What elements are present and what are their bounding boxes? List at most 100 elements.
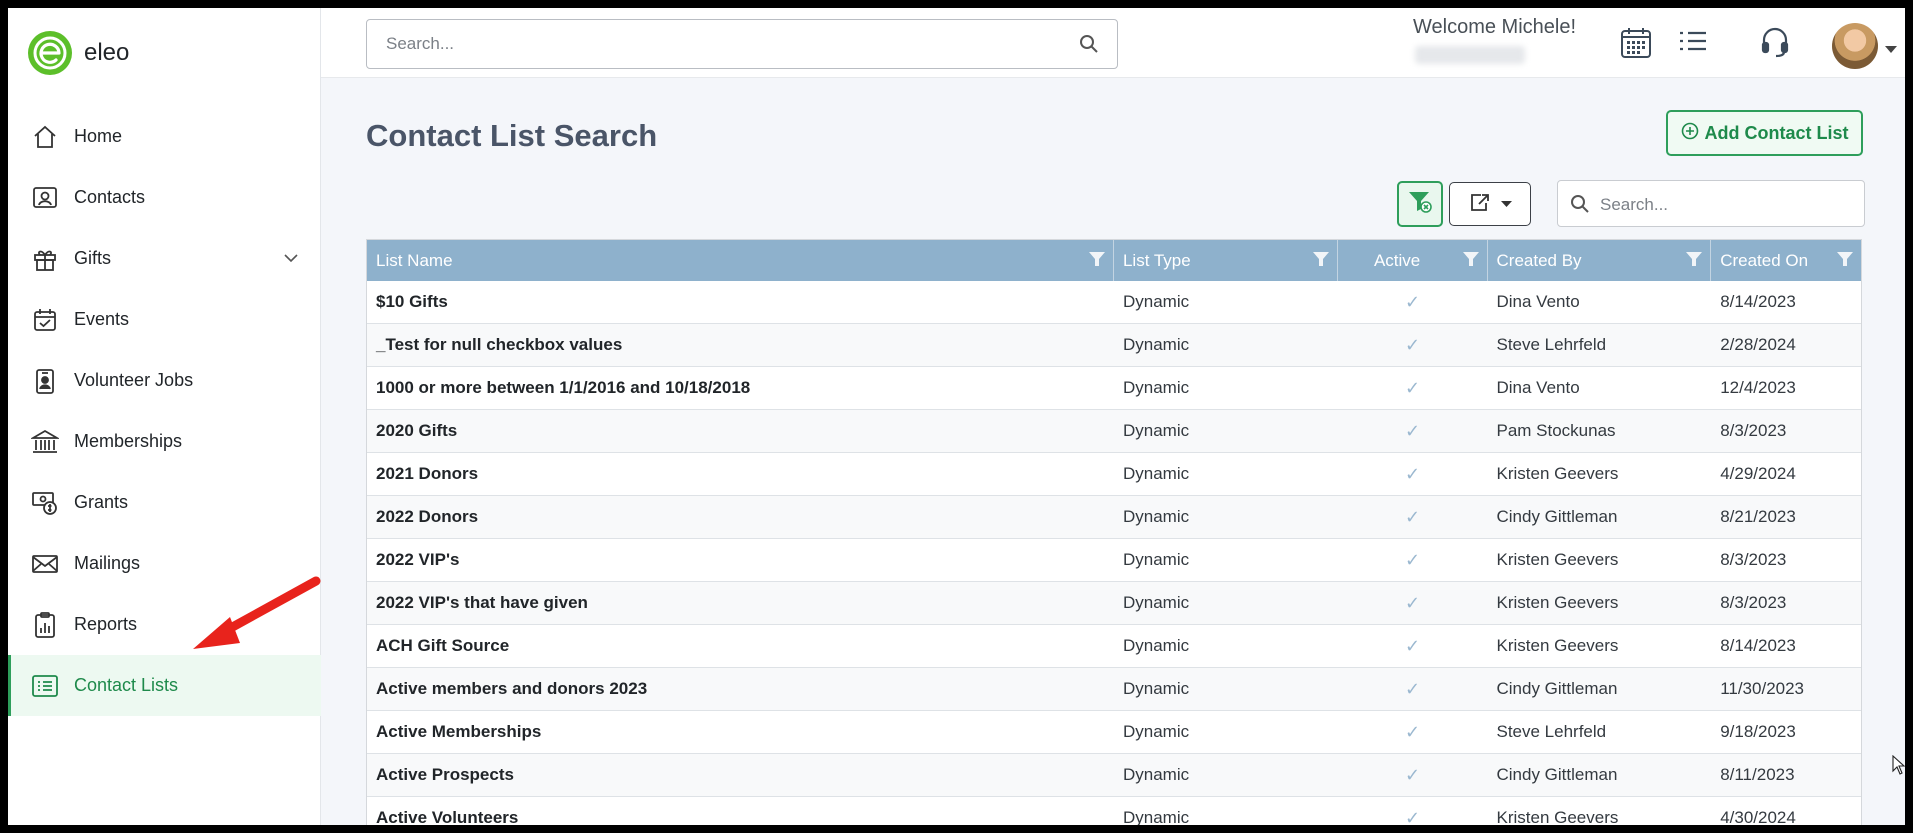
created-by-cell: Steve Lehrfeld bbox=[1496, 722, 1607, 741]
brand-logo[interactable]: eleo bbox=[28, 31, 129, 75]
list-name-cell[interactable]: $10 Gifts bbox=[367, 281, 1114, 323]
checkmark-icon: ✓ bbox=[1405, 678, 1421, 699]
column-header-active[interactable]: Active bbox=[1338, 240, 1488, 281]
list-name-cell[interactable]: Active Volunteers bbox=[367, 797, 1114, 825]
sidebar-item-label: Reports bbox=[74, 614, 138, 634]
filter-icon[interactable] bbox=[1836, 250, 1854, 273]
active-check-cell: ✓ bbox=[1338, 410, 1488, 452]
search-icon[interactable] bbox=[1079, 34, 1099, 59]
table-row[interactable]: ACH Gift Source Dynamic ✓ Kristen Geevers 8/… bbox=[367, 625, 1861, 668]
sidebar-item-memberships[interactable]: Memberships bbox=[8, 411, 321, 472]
add-contact-list-button[interactable]: Add Contact List bbox=[1666, 110, 1863, 156]
table-row[interactable]: 1000 or more between 1/1/2016 and 10/18/… bbox=[367, 367, 1861, 410]
column-header-list-type[interactable]: List Type bbox=[1114, 240, 1338, 281]
column-header-created-on[interactable]: Created On bbox=[1711, 240, 1861, 281]
sidebar-item-gifts[interactable]: Gifts bbox=[8, 228, 321, 289]
eleo-logo-icon bbox=[28, 31, 72, 75]
brand-name: eleo bbox=[84, 39, 130, 66]
list-name-cell[interactable]: 2022 Donors bbox=[367, 496, 1114, 538]
caret-down-icon[interactable] bbox=[1885, 41, 1897, 59]
grid-search-input[interactable] bbox=[1600, 195, 1850, 215]
table-row[interactable]: Active Memberships Dynamic ✓ Steve Lehrfeld… bbox=[367, 711, 1861, 754]
calendar-grid-icon[interactable] bbox=[1619, 26, 1653, 65]
table-row[interactable]: 2020 Gifts Dynamic ✓ Pam Stockunas 8/3/2023 bbox=[367, 410, 1861, 453]
created-by-cell: Steve Lehrfeld bbox=[1496, 335, 1607, 354]
checkmark-icon: ✓ bbox=[1405, 721, 1421, 742]
created-by-cell: Kristen Geevers bbox=[1496, 636, 1619, 655]
global-search-input[interactable] bbox=[386, 34, 1046, 54]
sidebar-item-grants[interactable]: Grants bbox=[8, 472, 321, 533]
list-name-cell[interactable]: 2021 Donors bbox=[367, 453, 1114, 495]
table-row[interactable]: 2022 Donors Dynamic ✓ Cindy Gittleman 8/21/2… bbox=[367, 496, 1861, 539]
list-type-cell: Dynamic bbox=[1122, 335, 1190, 354]
list-name-cell[interactable]: 1000 or more between 1/1/2016 and 10/18/… bbox=[367, 367, 1114, 409]
list-name-cell[interactable]: Active Memberships bbox=[367, 711, 1114, 753]
table-row[interactable]: Active members and donors 2023 Dynamic ✓ Ci… bbox=[367, 668, 1861, 711]
sidebar-item-label: Mailings bbox=[74, 553, 141, 573]
headset-icon[interactable] bbox=[1760, 26, 1790, 63]
active-check-cell: ✓ bbox=[1338, 711, 1488, 753]
sidebar-item-contacts[interactable]: Contacts bbox=[8, 167, 321, 228]
calendar-check-icon bbox=[30, 305, 60, 335]
table-row[interactable]: Active Volunteers Dynamic ✓ Kristen Geevers… bbox=[367, 797, 1861, 826]
sidebar-item-contact-lists[interactable]: Contact Lists bbox=[8, 655, 321, 716]
filter-icon[interactable] bbox=[1462, 250, 1480, 273]
sidebar-item-events[interactable]: Events bbox=[8, 289, 321, 350]
caret-down-icon bbox=[1500, 195, 1512, 213]
contact-card-icon bbox=[30, 183, 60, 213]
avatar[interactable] bbox=[1832, 23, 1878, 69]
list-name-cell[interactable]: _Test for null checkbox values bbox=[367, 324, 1114, 366]
list-type-cell: Dynamic bbox=[1122, 292, 1190, 311]
checkmark-icon: ✓ bbox=[1405, 463, 1421, 484]
checkmark-icon: ✓ bbox=[1405, 635, 1421, 656]
filter-icon[interactable] bbox=[1088, 250, 1106, 273]
column-header-label: List Type bbox=[1122, 250, 1191, 270]
contact-list-table: List Name List Type Active Created By Cr… bbox=[366, 239, 1862, 825]
list-name-cell[interactable]: 2022 VIP's bbox=[367, 539, 1114, 581]
list-name-cell[interactable]: 2020 Gifts bbox=[367, 410, 1114, 452]
created-on-cell: 8/14/2023 bbox=[1720, 292, 1796, 311]
global-search-box bbox=[366, 19, 1118, 69]
created-on-cell: 8/11/2023 bbox=[1720, 765, 1795, 784]
active-check-cell: ✓ bbox=[1338, 754, 1488, 796]
gift-icon bbox=[30, 244, 60, 274]
list-icon[interactable] bbox=[1677, 26, 1709, 61]
sidebar-item-volunteer-jobs[interactable]: Volunteer Jobs bbox=[8, 350, 321, 411]
list-type-cell: Dynamic bbox=[1122, 765, 1190, 784]
sidebar-item-home[interactable]: Home bbox=[8, 106, 321, 167]
list-name-cell[interactable]: ACH Gift Source bbox=[367, 625, 1114, 667]
filter-icon[interactable] bbox=[1685, 250, 1703, 273]
clear-filters-button[interactable] bbox=[1397, 181, 1443, 227]
table-row[interactable]: _Test for null checkbox values Dynamic ✓ St… bbox=[367, 324, 1861, 367]
list-type-cell: Dynamic bbox=[1122, 636, 1190, 655]
created-by-cell: Kristen Geevers bbox=[1496, 550, 1619, 569]
created-by-cell: Cindy Gittleman bbox=[1496, 765, 1618, 784]
sidebar-item-label: Memberships bbox=[74, 431, 183, 451]
checkmark-icon: ✓ bbox=[1405, 592, 1421, 613]
table-row[interactable]: 2021 Donors Dynamic ✓ Kristen Geevers 4/29/2… bbox=[367, 453, 1861, 496]
filter-clear-icon bbox=[1407, 190, 1433, 219]
list-icon bbox=[30, 671, 60, 701]
table-row[interactable]: Active Prospects Dynamic ✓ Cindy Gittleman 8… bbox=[367, 754, 1861, 797]
table-row[interactable]: 2022 VIP's Dynamic ✓ Kristen Geevers 8/3/202… bbox=[367, 539, 1861, 582]
list-name-cell[interactable]: Active members and donors 2023 bbox=[367, 668, 1114, 710]
column-header-label: Created By bbox=[1496, 250, 1582, 270]
table-row[interactable]: 2022 VIP's that have given Dynamic ✓ Kriste… bbox=[367, 582, 1861, 625]
table-row[interactable]: $10 Gifts Dynamic ✓ Dina Vento 8/14/2023 bbox=[367, 281, 1861, 324]
filter-icon[interactable] bbox=[1312, 250, 1330, 273]
welcome-message: Welcome Michele! bbox=[1413, 16, 1577, 38]
chevron-down-icon[interactable] bbox=[283, 250, 299, 268]
created-on-cell: 2/28/2024 bbox=[1720, 335, 1796, 354]
created-by-cell: Pam Stockunas bbox=[1496, 421, 1616, 440]
add-contact-list-label: Add Contact List bbox=[1704, 122, 1849, 143]
list-type-cell: Dynamic bbox=[1122, 722, 1190, 741]
column-header-created-by[interactable]: Created By bbox=[1488, 240, 1712, 281]
list-name-cell[interactable]: 2022 VIP's that have given bbox=[367, 582, 1114, 624]
sidebar-item-label: Gifts bbox=[74, 248, 112, 268]
column-header-list-name[interactable]: List Name bbox=[367, 240, 1114, 281]
list-name-cell[interactable]: Active Prospects bbox=[367, 754, 1114, 796]
export-dropdown-button[interactable] bbox=[1449, 182, 1531, 226]
column-header-label: Created On bbox=[1720, 250, 1809, 270]
list-type-cell: Dynamic bbox=[1122, 679, 1190, 698]
sidebar-item-label: Events bbox=[74, 309, 130, 329]
